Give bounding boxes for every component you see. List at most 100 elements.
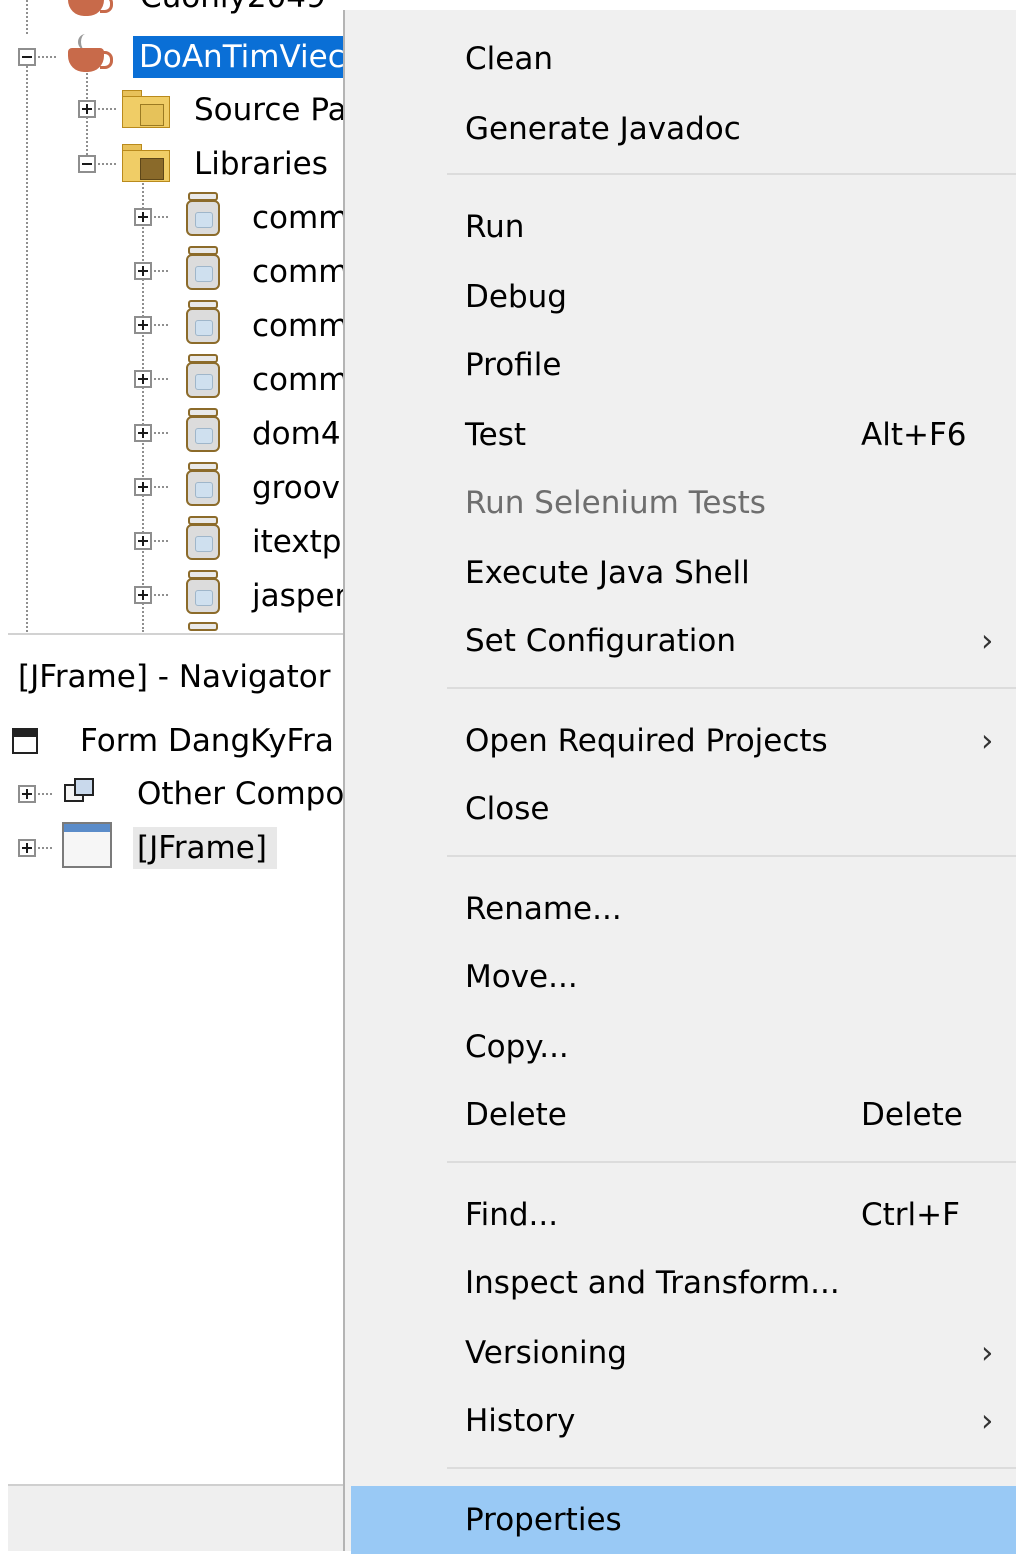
tree-line (38, 56, 56, 58)
tree-line (154, 540, 168, 542)
jar-icon (186, 246, 220, 290)
menu-item-label: Open Required Projects (465, 723, 828, 759)
menu-item-label: Test (465, 417, 527, 453)
tree-line (86, 70, 88, 166)
jar-icon (186, 408, 220, 452)
menu-item-label: Rename... (465, 891, 622, 927)
jar-icon (186, 192, 220, 236)
menu-item-label: Versioning (465, 1335, 627, 1371)
menu-item-clean[interactable]: Clean (345, 25, 1016, 93)
menu-item-open-required-projects[interactable]: Open Required Projects › (345, 707, 1016, 775)
expand-icon[interactable] (18, 785, 36, 803)
tree-item-library[interactable]: itextp (252, 521, 341, 563)
tree-line (154, 432, 168, 434)
tree-item-project[interactable]: DoAnTimViec (133, 36, 344, 78)
menu-item-shortcut: Ctrl+F (861, 1197, 960, 1233)
context-menu: Clean Generate Javadoc Run Debug Profile… (345, 10, 1016, 1554)
menu-item-label: Profile (465, 347, 562, 383)
project-pane: Cuonly2049 DoAnTimViec Source Pa Librari… (0, 0, 344, 1551)
tree-item-library[interactable]: comm (252, 359, 344, 401)
menu-item-properties[interactable]: Properties (351, 1486, 1016, 1554)
tree-line (154, 378, 168, 380)
tree-item-partial[interactable]: Cuonly2049 (140, 0, 326, 18)
navigator-divider[interactable] (8, 633, 344, 635)
tree-item-library[interactable]: comm (252, 197, 344, 239)
expand-icon[interactable] (134, 208, 152, 226)
menu-item-versioning[interactable]: Versioning › (345, 1319, 1016, 1387)
tree-line (98, 108, 116, 110)
menu-item-label: Move... (465, 959, 578, 995)
menu-item-label: Inspect and Transform... (465, 1265, 840, 1301)
menu-separator (447, 173, 1016, 175)
expand-icon[interactable] (134, 424, 152, 442)
tree-item-library[interactable]: jasper (252, 575, 344, 617)
menu-item-close[interactable]: Close (345, 775, 1016, 843)
jar-icon (186, 462, 220, 506)
menu-item-shortcut: Delete (861, 1097, 963, 1133)
tree-item-library[interactable]: comm (252, 305, 344, 347)
menu-item-label: Run Selenium Tests (465, 485, 766, 521)
navigator-item-form[interactable]: Form DangKyFra (80, 720, 334, 762)
expand-icon[interactable] (78, 100, 96, 118)
menu-item-label: Run (465, 209, 525, 245)
menu-item-label: Find... (465, 1197, 559, 1233)
menu-item-find[interactable]: Find... Ctrl+F (345, 1181, 1016, 1249)
collapse-icon[interactable] (18, 48, 36, 66)
tree-line (154, 594, 168, 596)
source-packages-folder-icon (122, 90, 170, 128)
menu-separator (447, 855, 1016, 857)
menu-item-generate-javadoc[interactable]: Generate Javadoc (345, 95, 1016, 163)
tree-line (154, 216, 168, 218)
navigator-item-jframe[interactable]: [JFrame] (133, 827, 277, 869)
collapse-icon[interactable] (78, 155, 96, 173)
jar-icon (186, 354, 220, 398)
menu-item-label: Execute Java Shell (465, 555, 750, 591)
tree-item-source-packages[interactable]: Source Pa (194, 89, 344, 131)
menu-item-move[interactable]: Move... (345, 943, 1016, 1011)
expand-icon[interactable] (18, 839, 36, 857)
menu-item-label: Delete (465, 1097, 567, 1133)
menu-item-history[interactable]: History › (345, 1387, 1016, 1455)
tree-item-library[interactable]: groov (252, 467, 340, 509)
tree-item-library[interactable]: comm (252, 251, 344, 293)
chevron-right-icon: › (981, 623, 994, 659)
expand-icon[interactable] (134, 532, 152, 550)
menu-item-label: Set Configuration (465, 623, 736, 659)
java-project-icon (66, 34, 113, 74)
status-bar (8, 1484, 344, 1551)
menu-item-profile[interactable]: Profile (345, 331, 1016, 399)
tree-line (154, 324, 168, 326)
menu-item-rename[interactable]: Rename... (345, 875, 1016, 943)
tree-item-library[interactable]: dom4 (252, 413, 341, 455)
expand-icon[interactable] (134, 478, 152, 496)
expand-icon[interactable] (134, 586, 152, 604)
menu-item-shortcut: Alt+F6 (861, 417, 967, 453)
menu-item-delete[interactable]: Delete Delete (345, 1081, 1016, 1149)
menu-item-label: History (465, 1403, 576, 1439)
navigator-item-other-components[interactable]: Other Compo (137, 773, 344, 815)
menu-item-run[interactable]: Run (345, 193, 1016, 261)
tree-line (142, 176, 144, 632)
other-components-icon (64, 778, 96, 808)
jar-icon (186, 570, 220, 614)
menu-separator (447, 687, 1016, 689)
jframe-icon (62, 822, 112, 868)
tree-line (154, 270, 168, 272)
menu-item-execute-java-shell[interactable]: Execute Java Shell (345, 539, 1016, 607)
menu-item-debug[interactable]: Debug (345, 263, 1016, 331)
jar-icon (186, 300, 220, 344)
menu-item-set-configuration[interactable]: Set Configuration › (345, 607, 1016, 675)
expand-icon[interactable] (134, 370, 152, 388)
menu-item-label: Clean (465, 41, 553, 77)
expand-icon[interactable] (134, 316, 152, 334)
tree-line (26, 66, 28, 632)
menu-item-test[interactable]: Test Alt+F6 (345, 401, 1016, 469)
menu-item-inspect-and-transform[interactable]: Inspect and Transform... (345, 1249, 1016, 1317)
expand-icon[interactable] (134, 262, 152, 280)
chevron-right-icon: › (981, 1403, 994, 1439)
jar-icon (186, 516, 220, 560)
tree-item-libraries[interactable]: Libraries (194, 143, 328, 185)
tree-line (98, 163, 116, 165)
menu-item-label: Properties (465, 1502, 622, 1538)
menu-item-copy[interactable]: Copy... (345, 1013, 1016, 1081)
